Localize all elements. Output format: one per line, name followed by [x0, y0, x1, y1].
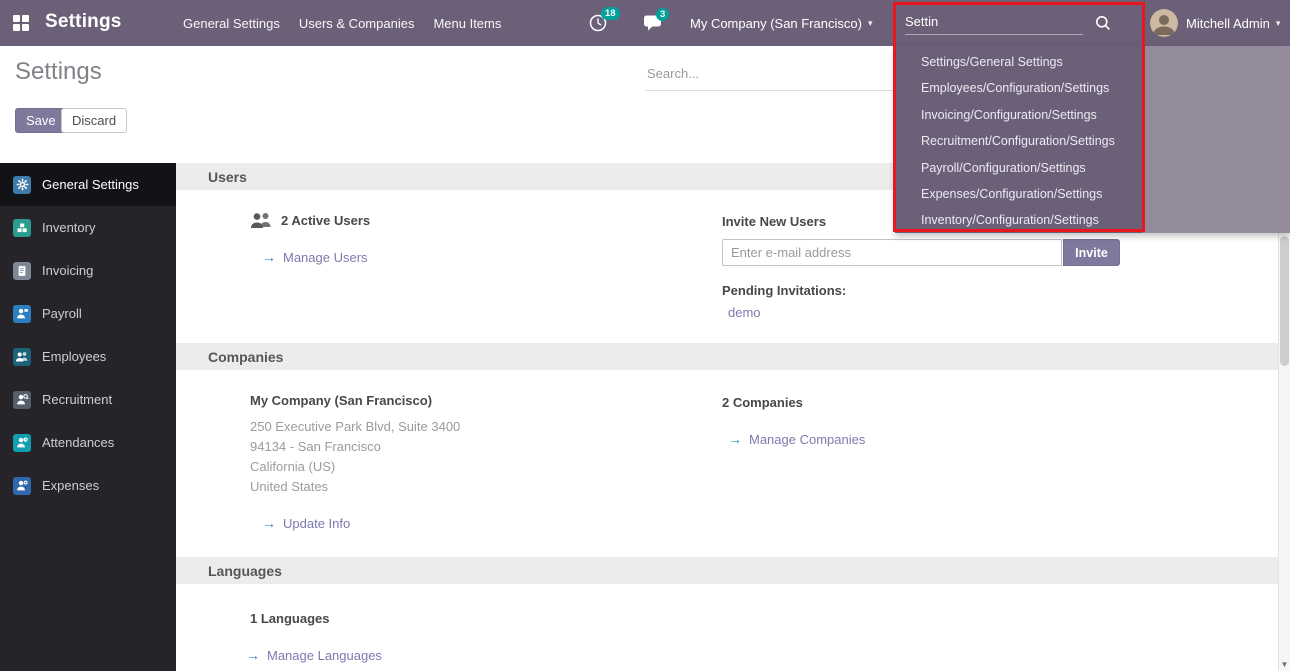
- invite-button[interactable]: Invite: [1063, 239, 1120, 266]
- active-users-count: 2 Active Users: [281, 213, 370, 228]
- sidebar-item-expenses[interactable]: Expenses: [0, 464, 176, 507]
- app-menu: General Settings Users & Companies Menu …: [183, 0, 501, 46]
- apps-grid-icon[interactable]: [13, 15, 29, 31]
- update-info-label: Update Info: [283, 516, 350, 531]
- search-result-item[interactable]: Settings/General Settings: [921, 49, 1290, 75]
- page-title: Settings: [15, 58, 102, 86]
- arrow-right-icon: →: [262, 249, 276, 265]
- address-line: 94134 - San Francisco: [250, 437, 460, 457]
- messages-icon[interactable]: 3: [643, 14, 667, 36]
- scroll-down-arrow-icon[interactable]: ▼: [1279, 660, 1290, 669]
- sidebar-item-label: Recruitment: [42, 392, 112, 407]
- search-result-item[interactable]: Recruitment/Configuration/Settings: [921, 128, 1290, 154]
- arrow-right-icon: →: [246, 647, 260, 663]
- arrow-right-icon: →: [262, 515, 276, 531]
- activity-clock-icon[interactable]: 18: [588, 13, 612, 35]
- search-result-item[interactable]: Invoicing/Configuration/Settings: [921, 102, 1290, 128]
- menu-users-companies[interactable]: Users & Companies: [299, 16, 415, 31]
- sidebar-item-recruitment[interactable]: Recruitment: [0, 378, 176, 421]
- manage-users-label: Manage Users: [283, 250, 368, 265]
- user-name: Mitchell Admin: [1186, 16, 1270, 31]
- payroll-person-icon: [13, 305, 31, 323]
- sidebar-item-label: Payroll: [42, 306, 82, 321]
- expenses-coin-person-icon: [13, 477, 31, 495]
- companies-count: 2 Companies: [722, 395, 803, 410]
- sidebar-item-label: Attendances: [42, 435, 114, 450]
- company-address: 250 Executive Park Blvd, Suite 3400 9413…: [250, 417, 460, 497]
- address-line: 250 Executive Park Blvd, Suite 3400: [250, 417, 460, 437]
- chevron-down-icon: ▾: [868, 18, 873, 29]
- chevron-down-icon: ▾: [1276, 18, 1281, 29]
- arrow-right-icon: →: [728, 431, 742, 447]
- manage-companies-label: Manage Companies: [749, 432, 865, 447]
- update-info-link[interactable]: → Update Info: [262, 515, 350, 531]
- search-results-dropdown: Settings/General Settings Employees/Conf…: [895, 46, 1290, 233]
- sidebar-item-attendances[interactable]: Attendances: [0, 421, 176, 464]
- manage-languages-label: Manage Languages: [267, 648, 382, 663]
- scrollbar-thumb[interactable]: [1280, 236, 1289, 366]
- invite-row: Invite: [722, 239, 1120, 266]
- section-title: Languages: [208, 563, 282, 579]
- attendance-clock-person-icon: [13, 434, 31, 452]
- sidebar-item-label: Employees: [42, 349, 106, 364]
- company-switcher[interactable]: My Company (San Francisco) ▾: [690, 0, 872, 46]
- gear-icon: [13, 176, 31, 194]
- sidebar-item-payroll[interactable]: Payroll: [0, 292, 176, 335]
- sidebar-item-employees[interactable]: Employees: [0, 335, 176, 378]
- sidebar-item-label: General Settings: [42, 177, 139, 192]
- sidebar-item-general-settings[interactable]: General Settings: [0, 163, 176, 206]
- search-result-item[interactable]: Expenses/Configuration/Settings: [921, 181, 1290, 207]
- odoo-settings-screen: Settings General Settings Users & Compan…: [0, 0, 1290, 671]
- sidebar-item-label: Invoicing: [42, 263, 93, 278]
- address-line: United States: [250, 477, 460, 497]
- manage-languages-link[interactable]: → Manage Languages: [246, 647, 382, 663]
- search-result-item[interactable]: Inventory/Configuration/Settings: [921, 207, 1290, 233]
- settings-sidebar: General Settings Inventory Invoicing Pay…: [0, 163, 176, 671]
- invoice-document-icon: [13, 262, 31, 280]
- sidebar-item-label: Inventory: [42, 220, 95, 235]
- user-menu[interactable]: Mitchell Admin ▾: [1150, 0, 1280, 46]
- pending-invitations-label: Pending Invitations:: [722, 283, 846, 298]
- menu-menu-items[interactable]: Menu Items: [433, 16, 501, 31]
- recruitment-search-person-icon: [13, 391, 31, 409]
- nav-search: [905, 0, 1120, 46]
- user-avatar: [1150, 9, 1178, 37]
- search-icon[interactable]: [1095, 15, 1111, 31]
- pending-invitation-user[interactable]: demo: [728, 305, 761, 320]
- section-title: Companies: [208, 349, 283, 365]
- address-line: California (US): [250, 457, 460, 477]
- search-results-list: Settings/General Settings Employees/Conf…: [895, 46, 1290, 234]
- boxes-icon: [13, 219, 31, 237]
- nav-search-input[interactable]: [905, 12, 1083, 35]
- invite-new-users-title: Invite New Users: [722, 214, 826, 229]
- employees-group-icon: [13, 348, 31, 366]
- sidebar-item-label: Expenses: [42, 478, 99, 493]
- manage-users-link[interactable]: → Manage Users: [262, 249, 368, 265]
- discard-button[interactable]: Discard: [61, 108, 127, 133]
- search-result-item[interactable]: Payroll/Configuration/Settings: [921, 155, 1290, 181]
- section-title: Users: [208, 169, 247, 185]
- company-name: My Company (San Francisco): [250, 393, 432, 408]
- top-navbar: Settings General Settings Users & Compan…: [0, 0, 1290, 46]
- active-users-row: 2 Active Users: [250, 211, 370, 229]
- save-button[interactable]: Save: [15, 108, 67, 133]
- section-header-languages: Languages: [176, 557, 1278, 584]
- company-switcher-label: My Company (San Francisco): [690, 16, 862, 31]
- settings-content: Users 2 Active Users → Manage Users Invi…: [176, 163, 1278, 671]
- sidebar-item-invoicing[interactable]: Invoicing: [0, 249, 176, 292]
- sidebar-item-inventory[interactable]: Inventory: [0, 206, 176, 249]
- activity-badge: 18: [601, 7, 620, 20]
- search-result-item[interactable]: Employees/Configuration/Settings: [921, 75, 1290, 101]
- messages-badge: 3: [656, 8, 669, 21]
- menu-general-settings[interactable]: General Settings: [183, 16, 280, 31]
- languages-count: 1 Languages: [250, 611, 329, 626]
- section-header-companies: Companies: [176, 343, 1278, 370]
- app-title: Settings: [45, 11, 122, 33]
- users-group-icon: [250, 211, 272, 229]
- invite-email-input[interactable]: [722, 239, 1062, 266]
- manage-companies-link[interactable]: → Manage Companies: [728, 431, 865, 447]
